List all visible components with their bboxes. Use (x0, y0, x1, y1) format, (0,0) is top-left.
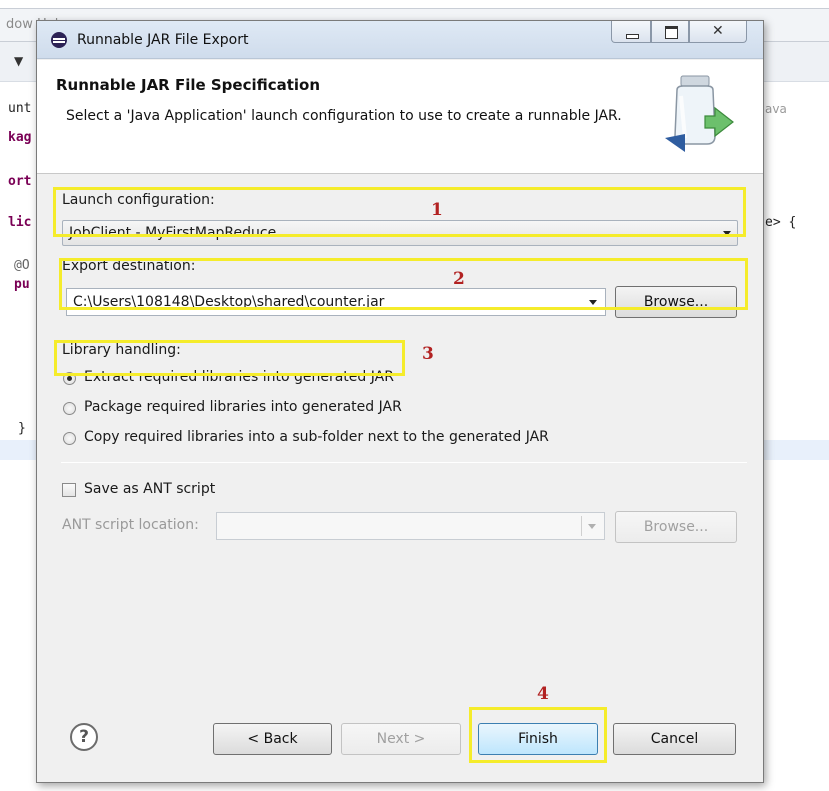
window-controls: ✕ (611, 21, 751, 45)
page-description: Select a 'Java Application' launch confi… (66, 108, 622, 124)
library-handling-label: Library handling: (62, 342, 181, 358)
help-icon[interactable]: ? (70, 723, 98, 751)
minimize-icon[interactable] (611, 21, 651, 43)
radio-package-libraries-label[interactable]: Package required libraries into generate… (84, 399, 402, 415)
radio-package-libraries[interactable] (63, 402, 76, 415)
export-destination-label: Export destination: (62, 258, 196, 274)
launch-configuration-label: Launch configuration: (62, 192, 215, 208)
code-line: kag (8, 130, 32, 145)
code-line: lic (8, 215, 32, 230)
export-browse-button[interactable]: Browse... (615, 286, 737, 318)
section-divider (61, 462, 747, 463)
close-icon[interactable]: ✕ (689, 21, 747, 43)
radio-copy-libraries-label[interactable]: Copy required libraries into a sub-folde… (84, 429, 549, 445)
runnable-jar-export-dialog: Runnable JAR File Export ✕ Runnable JAR … (36, 20, 764, 783)
back-button[interactable]: < Back (213, 723, 332, 755)
save-ant-script-checkbox[interactable] (62, 483, 76, 497)
next-button[interactable]: Next > (341, 723, 461, 755)
chevron-down-icon (723, 231, 731, 236)
step-number: 2 (453, 269, 465, 289)
chevron-down-icon (588, 524, 596, 529)
ant-script-location-label: ANT script location: (62, 517, 199, 533)
maximize-icon[interactable] (651, 21, 689, 43)
finish-button[interactable]: Finish (478, 723, 598, 755)
code-line: unt (8, 101, 32, 116)
export-destination-value: C:\Users\108148\Desktop\shared\counter.j… (73, 294, 385, 310)
step-number: 4 (537, 684, 549, 704)
code-line: } (18, 421, 26, 436)
code-line: pu (14, 277, 30, 292)
combo-separator (581, 516, 582, 536)
chevron-down-icon (589, 300, 597, 305)
launch-configuration-value: JobClient - MyFirstMapReduce (69, 225, 277, 241)
radio-copy-libraries[interactable] (63, 432, 76, 445)
cancel-button[interactable]: Cancel (613, 723, 736, 755)
launch-configuration-combo[interactable]: JobClient - MyFirstMapReduce (62, 220, 738, 246)
export-destination-input[interactable]: C:\Users\108148\Desktop\shared\counter.j… (66, 288, 606, 316)
dialog-title: Runnable JAR File Export (77, 32, 249, 48)
step-number: 3 (422, 344, 434, 364)
wizard-header: Runnable JAR File Specification Select a… (37, 60, 763, 174)
code-line: @O (14, 258, 30, 273)
save-ant-script-label[interactable]: Save as ANT script (84, 481, 215, 497)
ant-browse-button[interactable]: Browse... (615, 511, 737, 543)
dropdown-arrow-icon: ▼ (14, 54, 24, 68)
dialog-titlebar[interactable]: Runnable JAR File Export ✕ (37, 21, 763, 59)
radio-extract-libraries-label[interactable]: Extract required libraries into generate… (84, 369, 394, 385)
background-fragment: ava (765, 102, 787, 116)
radio-extract-libraries[interactable] (63, 372, 76, 385)
background-fragment: e> { (765, 215, 797, 230)
jar-wizard-icon (665, 75, 734, 152)
eclipse-icon (51, 32, 67, 48)
code-line: ort (8, 174, 32, 189)
step-number: 1 (431, 200, 443, 220)
ant-script-location-input[interactable] (216, 512, 605, 540)
page-title: Runnable JAR File Specification (56, 76, 321, 94)
